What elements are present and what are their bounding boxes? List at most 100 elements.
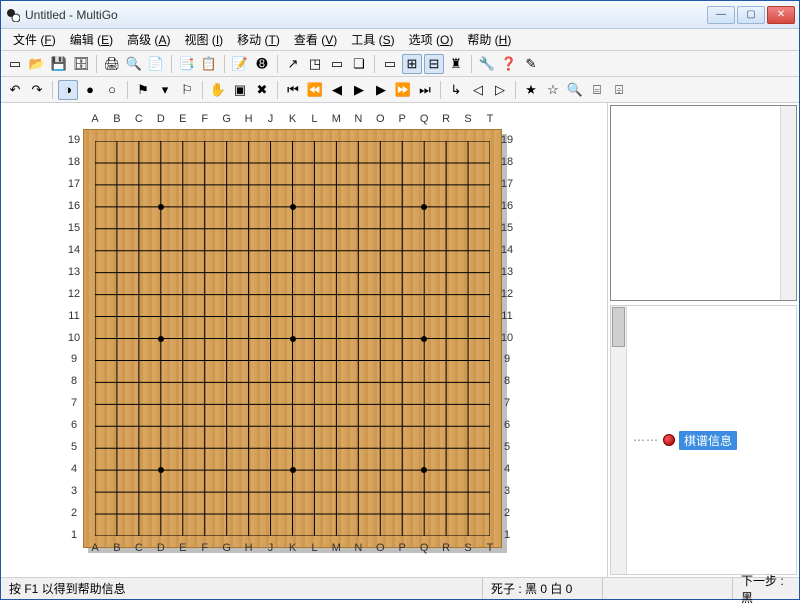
tool-down[interactable]: ▾ [155,80,175,100]
hoshi-point [290,336,296,342]
menu-view[interactable]: 视图 (I) [178,29,229,50]
tree-scrollbar[interactable] [611,306,627,574]
tool-bprev[interactable]: ◁ [468,80,488,100]
tool-binL[interactable]: ⌸ [587,80,607,100]
tool-wrench[interactable]: 🔧 [477,54,497,74]
tool-flag[interactable]: ⚐ [177,80,197,100]
go-board[interactable] [83,129,502,548]
tool-starA[interactable]: ★ [521,80,541,100]
tool-tree[interactable]: ♜ [446,54,466,74]
row-label: 10 [498,332,516,344]
tree-root-label: 棋谱信息 [679,431,737,450]
tool-hand[interactable]: ✋ [208,80,228,100]
toolbar-separator [96,55,97,73]
col-label: G [221,113,233,125]
tool-print[interactable]: 🖨 [102,54,122,74]
tool-stamp[interactable]: ▣ [230,80,250,100]
tool-bw[interactable]: ◑ [58,80,78,100]
col-label: J [265,542,277,554]
right-pane: ⋯⋯ 棋谱信息 [607,103,799,577]
tool-paint[interactable]: ✎ [521,54,541,74]
tool-branch[interactable]: ↳ [446,80,466,100]
row-label: 8 [498,375,516,387]
menu-options[interactable]: 选项 (O) [403,29,460,50]
menu-edit[interactable]: 编辑 (E) [64,29,119,50]
tool-redo[interactable]: ↷ [27,80,47,100]
comment-box[interactable] [610,105,797,301]
col-label: M [330,542,342,554]
tool-win[interactable]: ▭ [327,54,347,74]
tool-group2[interactable]: ⊟ [424,54,444,74]
row-label: 19 [65,134,83,146]
tool-popout[interactable]: ◳ [305,54,325,74]
tool-first[interactable]: ⏪ [305,80,325,100]
col-label: L [308,542,320,554]
tool-starB[interactable]: ☆ [543,80,563,100]
tool-props[interactable]: 📝 [230,54,250,74]
tool-page[interactable]: 📄 [146,54,166,74]
scrollbar-thumb[interactable] [612,307,625,347]
tool-binR[interactable]: ⌹ [609,80,629,100]
tool-winstack[interactable]: ❏ [349,54,369,74]
tool-undo[interactable]: ↶ [5,80,25,100]
col-label: G [221,542,233,554]
status-help: 按 F1 以得到帮助信息 [1,578,483,599]
tool-new[interactable]: ▭ [5,54,25,74]
tool-save[interactable]: 💾 [49,54,69,74]
window-title: Untitled - MultiGo [25,8,707,22]
tool-next[interactable]: ▶ [371,80,391,100]
col-label: K [287,113,299,125]
menu-tools[interactable]: 工具 (S) [345,29,400,50]
titlebar: Untitled - MultiGo — ▢ ✕ [1,1,799,29]
col-label: T [484,542,496,554]
status-next: 下一步 : 黑 [733,578,799,599]
tool-saveall[interactable]: 🗄 [71,54,91,74]
col-label: B [111,542,123,554]
row-label: 9 [65,353,83,365]
col-label: L [308,113,320,125]
menu-advanced[interactable]: 高级 (A) [121,29,176,50]
tree-root-node[interactable]: ⋯⋯ 棋谱信息 [627,306,743,574]
tool-ball8[interactable]: ➑ [252,54,272,74]
row-label: 2 [65,507,83,519]
col-label: E [177,113,189,125]
tool-prev[interactable]: ◀ [327,80,347,100]
tool-bnext[interactable]: ▷ [490,80,510,100]
row-label: 6 [498,419,516,431]
tool-play[interactable]: ▶ [349,80,369,100]
tool-begin[interactable]: ⏮ [283,80,303,100]
row-label: 11 [498,310,516,322]
tool-preview[interactable]: 🔍 [124,54,144,74]
row-label: 12 [498,288,516,300]
maximize-button[interactable]: ▢ [737,6,765,24]
tool-paste[interactable]: 📋 [199,54,219,74]
col-label: P [396,113,408,125]
row-label: 3 [65,485,83,497]
tool-black[interactable]: ● [80,80,100,100]
menu-look[interactable]: 查看 (V) [288,29,343,50]
menu-help[interactable]: 帮助 (H) [461,29,517,50]
col-label: D [155,542,167,554]
col-label: K [287,542,299,554]
tool-help[interactable]: ❓ [499,54,519,74]
tool-find[interactable]: 🔍 [565,80,585,100]
tool-x[interactable]: ✖ [252,80,272,100]
tool-copy[interactable]: 📑 [177,54,197,74]
close-button[interactable]: ✕ [767,6,795,24]
content-area: AABBCCDDEEFFGGHHJJKKLLMMNNOOPPQQRRSSTT19… [1,103,799,577]
tool-end[interactable]: ⏭ [415,80,435,100]
tool-white[interactable]: ○ [102,80,122,100]
tool-group1[interactable]: ⊞ [402,54,422,74]
toolbar-separator [127,81,128,99]
board-pane: AABBCCDDEEFFGGHHJJKKLLMMNNOOPPQQRRSSTT19… [1,103,607,577]
tool-rect[interactable]: ▭ [380,54,400,74]
menu-move[interactable]: 移动 (T) [231,29,286,50]
row-label: 5 [65,441,83,453]
tool-arrow-top[interactable]: ↗ [283,54,303,74]
comment-scrollbar[interactable] [780,106,796,300]
tool-last[interactable]: ⏩ [393,80,413,100]
minimize-button[interactable]: — [707,6,735,24]
tool-open[interactable]: 📂 [27,54,47,74]
tool-flagA[interactable]: ⚑ [133,80,153,100]
menu-file[interactable]: 文件 (F) [7,29,62,50]
